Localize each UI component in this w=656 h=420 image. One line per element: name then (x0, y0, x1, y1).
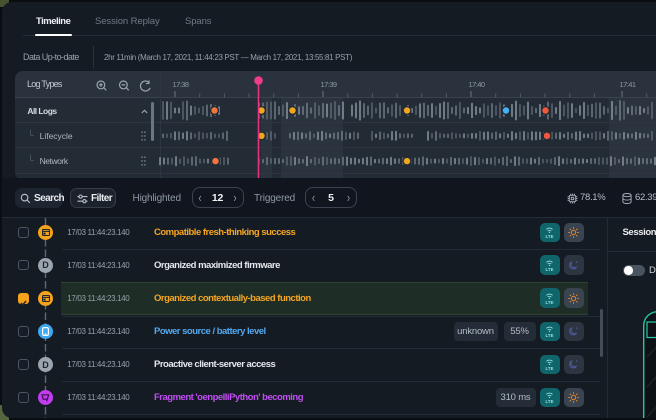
svg-text:LTE: LTE (546, 366, 554, 371)
svg-text:LTE: LTE (546, 399, 554, 404)
svg-text:LTE: LTE (546, 300, 554, 305)
svg-text:LTE: LTE (546, 267, 554, 272)
svg-text:LTE: LTE (546, 333, 554, 338)
svg-text:LTE: LTE (546, 234, 554, 239)
